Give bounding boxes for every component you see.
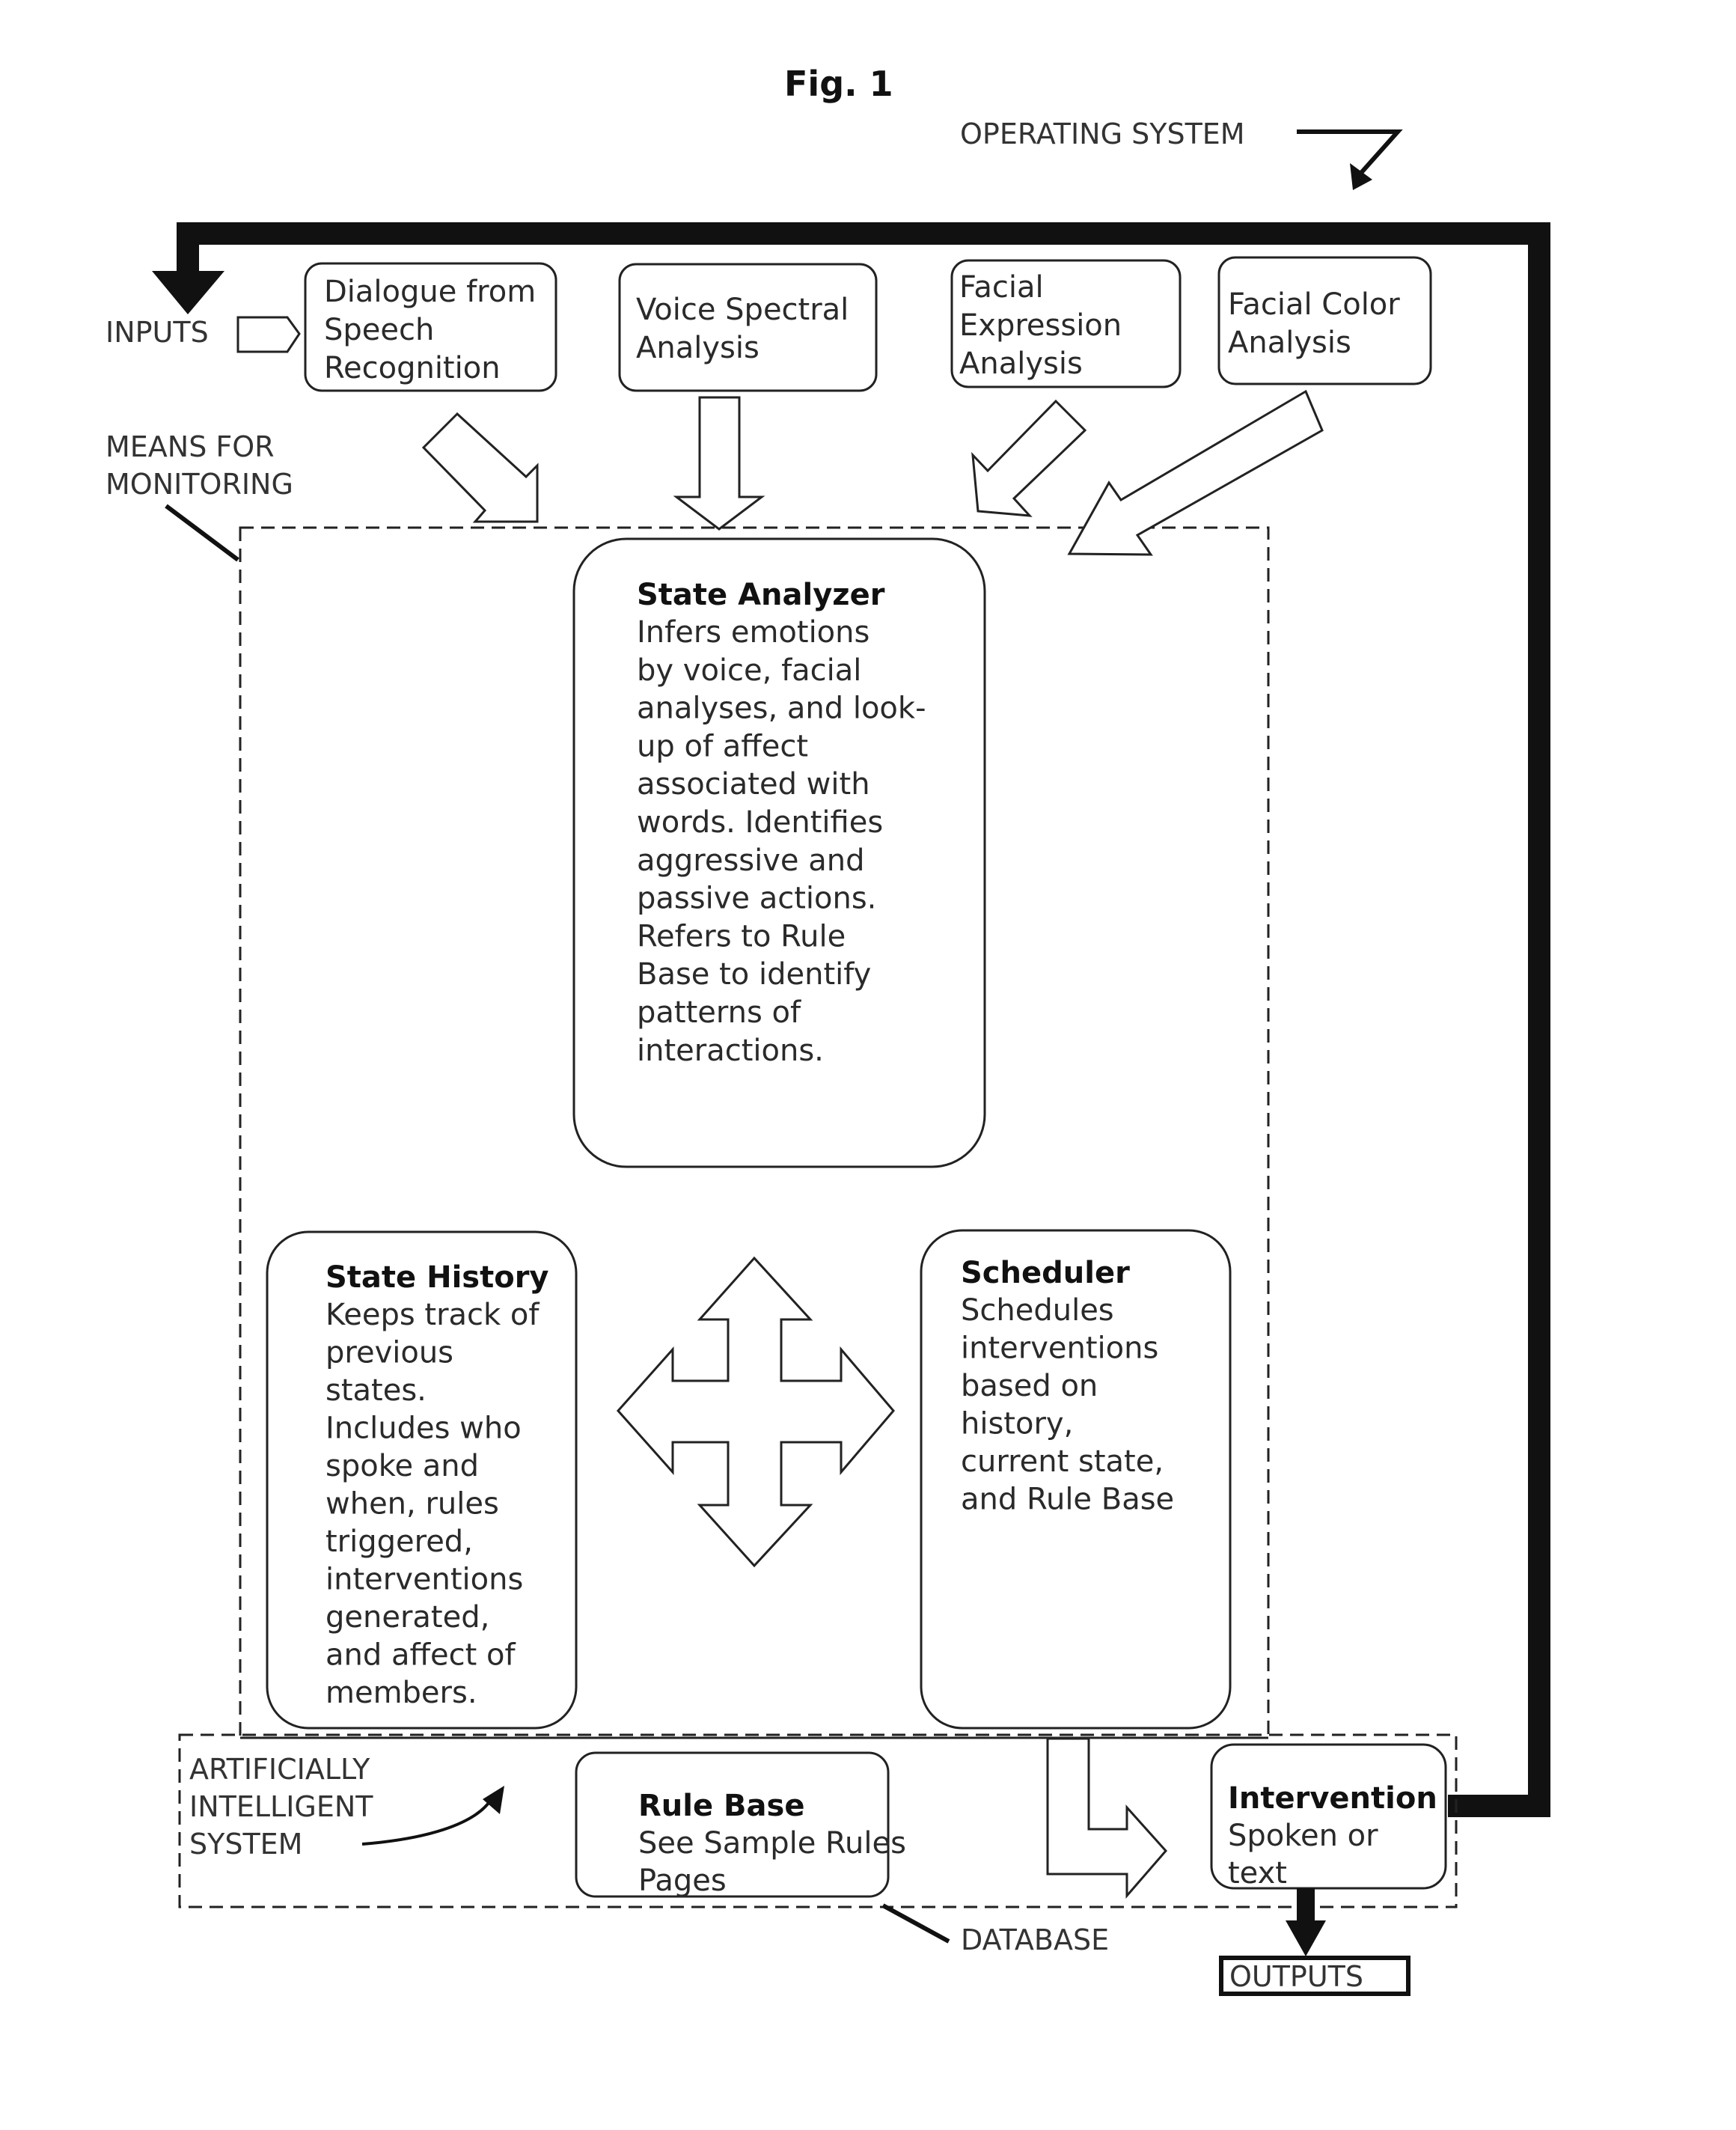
- body-line: Base to identify: [637, 957, 871, 992]
- body-line: previous: [326, 1336, 453, 1370]
- database-pointer: [881, 1903, 950, 1944]
- input-line: Analysis: [636, 331, 760, 365]
- body-line: Infers emotions: [637, 615, 869, 650]
- body-line: up of affect: [637, 729, 808, 763]
- intervention-title: Intervention: [1228, 1781, 1437, 1816]
- body-line: words. Identifies: [637, 805, 883, 840]
- input-box-facial-color: Facial Color Analysis: [1217, 256, 1432, 385]
- state-history-title: State History: [326, 1260, 549, 1295]
- input-line: Analysis: [1228, 326, 1351, 360]
- input-box-voice: Voice Spectral Analysis: [618, 263, 878, 392]
- input-arrow-facial-expression-icon: [971, 399, 1087, 517]
- body-line: and affect of: [326, 1638, 516, 1673]
- body-line: analyses, and look-: [637, 692, 926, 726]
- body-line: Schedules: [961, 1293, 1114, 1328]
- ai-system-pointer-icon: [361, 1786, 504, 1846]
- body-line: generated,: [326, 1600, 489, 1635]
- means-for-monitoring-label: MEANS FOR: [106, 430, 275, 463]
- body-line: passive actions.: [637, 882, 876, 916]
- intervention-box: Intervention Spoken or text: [1210, 1743, 1447, 1891]
- input-arrow-dialogue-icon: [421, 412, 539, 523]
- input-line: Analysis: [959, 347, 1083, 381]
- input-box-facial-expression: Facial Expression Analysis: [950, 259, 1182, 388]
- body-line: spoke and: [326, 1449, 479, 1483]
- body-line: and Rule Base: [961, 1483, 1174, 1517]
- input-line: Facial: [959, 270, 1044, 305]
- system-diagram: Fig. 1 OPERATING SYSTEM INPUTS Dialogue …: [106, 64, 1550, 1996]
- outputs-label: OUTPUTS: [1229, 1960, 1363, 1993]
- state-analyzer-box: State Analyzer Infers emotionsby voice, …: [572, 537, 986, 1168]
- output-arrow-icon: [1286, 1888, 1326, 1956]
- state-analyzer-title: State Analyzer: [637, 578, 885, 612]
- input-arrow-voice-icon: [673, 396, 765, 531]
- body-line: interventions: [961, 1331, 1158, 1366]
- database-label: DATABASE: [961, 1923, 1109, 1956]
- body-line: associated with: [637, 767, 870, 802]
- input-box-dialogue: Dialogue from Speech Recognition: [304, 262, 557, 392]
- ai-system-label: ARTIFICIALLY: [189, 1753, 370, 1786]
- ai-system-label: INTELLIGENT: [189, 1790, 373, 1823]
- body-line: by voice, facial: [637, 653, 861, 688]
- scheduler-box: Scheduler Schedulesinterventionsbased on…: [920, 1229, 1232, 1730]
- input-arrow-facial-color-icon: [1067, 389, 1324, 556]
- body-line: triggered,: [326, 1525, 473, 1559]
- input-line: Dialogue from: [324, 275, 536, 309]
- body-line: Includes who: [326, 1412, 522, 1446]
- inputs-label: INPUTS: [106, 316, 209, 349]
- operating-system-label: OPERATING SYSTEM: [960, 118, 1245, 150]
- body-line: Keeps track of: [326, 1298, 540, 1332]
- body-line: interactions.: [637, 1034, 824, 1068]
- body-line: members.: [326, 1676, 477, 1710]
- state-history-box: State History Keeps track of previousstat…: [266, 1230, 578, 1730]
- rule-base-box: Rule Base See Sample Rules Pages: [575, 1751, 906, 1898]
- figure-title: Fig. 1: [784, 64, 893, 104]
- input-line: Voice Spectral: [636, 293, 849, 327]
- intervention-line: text: [1228, 1856, 1287, 1891]
- body-line: patterns of: [637, 995, 801, 1030]
- body-line: based on: [961, 1369, 1098, 1403]
- body-line: aggressive and: [637, 843, 865, 878]
- inputs-arrow-icon: [236, 316, 301, 353]
- body-line: Refers to Rule: [637, 919, 846, 953]
- scheduler-title: Scheduler: [961, 1256, 1130, 1290]
- body-line: interventions: [326, 1563, 523, 1597]
- input-line: Speech: [324, 313, 434, 347]
- input-line: Expression: [959, 308, 1122, 343]
- body-line: when, rules: [326, 1487, 499, 1522]
- means-for-monitoring-pointer: [165, 504, 239, 562]
- intervention-line: Spoken or: [1228, 1819, 1378, 1853]
- input-line: Facial Color: [1228, 287, 1400, 322]
- means-for-monitoring-label: MONITORING: [106, 468, 293, 501]
- rule-base-title: Rule Base: [638, 1789, 804, 1823]
- body-line: states.: [326, 1373, 427, 1408]
- input-line: Recognition: [324, 351, 501, 385]
- rule-base-line: See Sample Rules: [638, 1826, 906, 1861]
- bidirectional-cross-arrow-icon: [616, 1256, 895, 1568]
- body-line: current state,: [961, 1444, 1164, 1479]
- body-line: history,: [961, 1407, 1073, 1441]
- rule-base-line: Pages: [638, 1864, 727, 1898]
- ai-system-label: SYSTEM: [189, 1828, 302, 1861]
- operating-system-pointer-icon: [1297, 129, 1403, 190]
- scheduler-to-intervention-arrow-icon: [1046, 1737, 1167, 1899]
